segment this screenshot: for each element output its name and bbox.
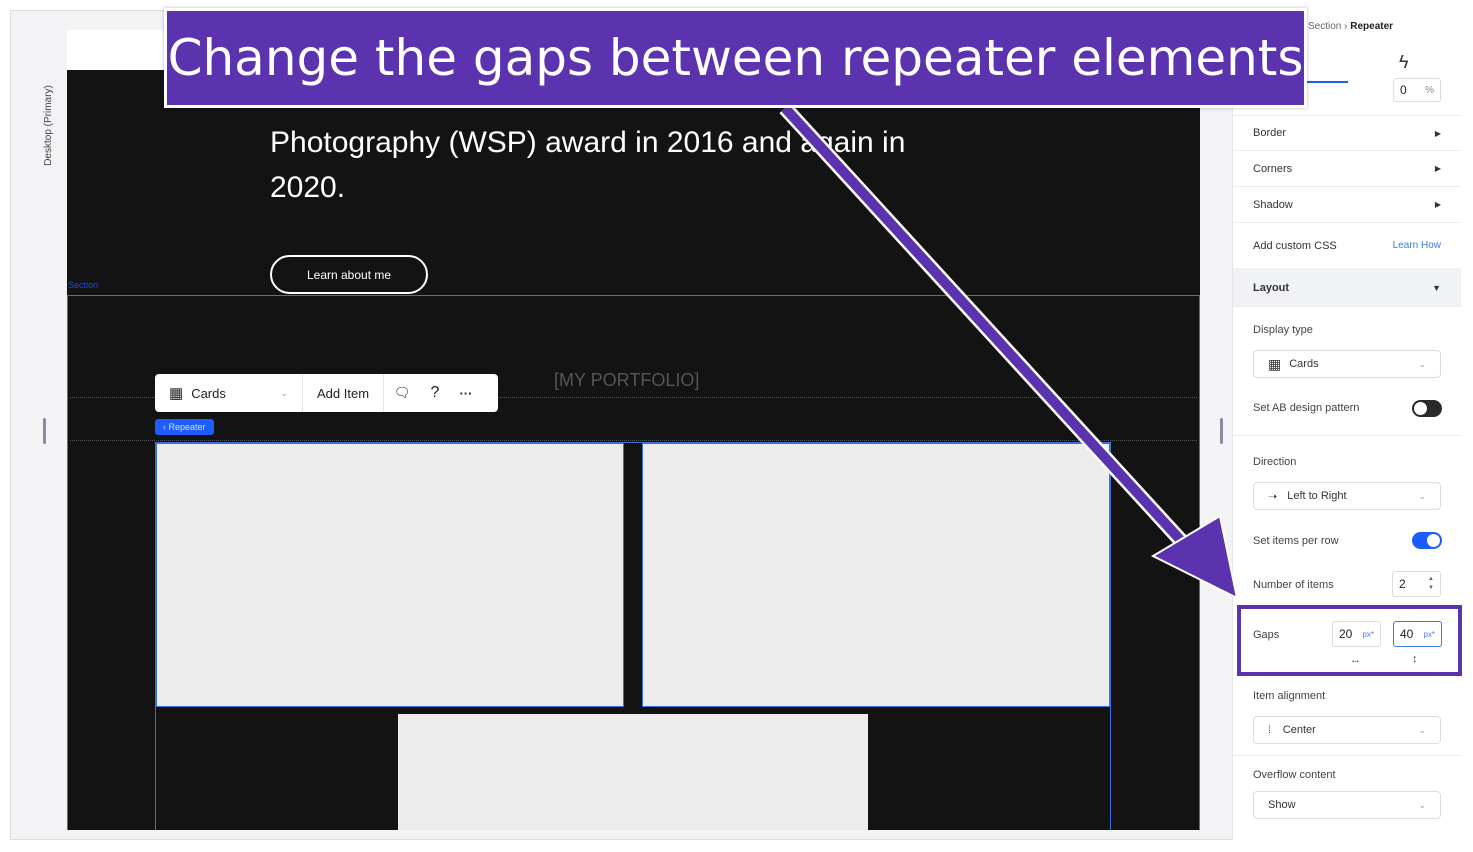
instruction-banner: Change the gaps between repeater element… (164, 8, 1307, 108)
gaps-highlight (1237, 605, 1462, 676)
annotation-arrow (779, 102, 1239, 600)
